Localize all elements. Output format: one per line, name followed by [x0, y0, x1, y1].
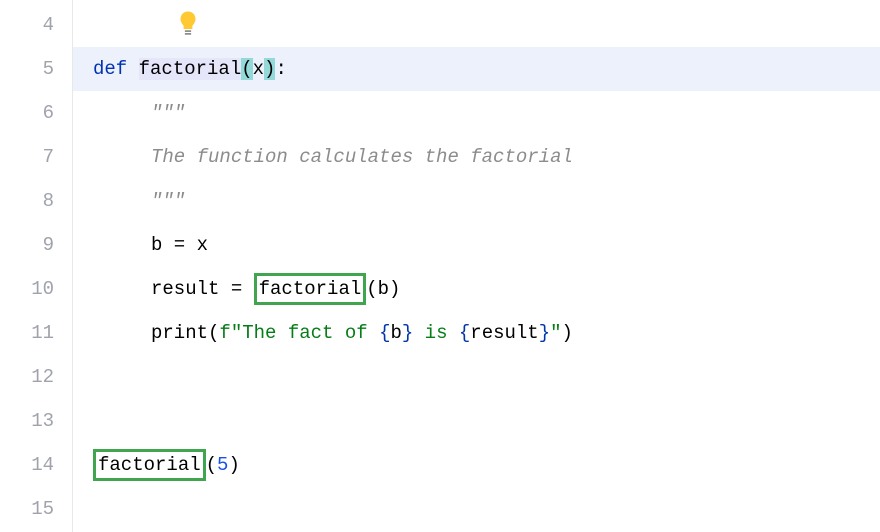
line-number[interactable]: 13	[0, 399, 72, 443]
paren: (	[208, 322, 219, 344]
fstring-var: result	[470, 322, 538, 344]
line-number[interactable]: 15	[0, 487, 72, 531]
string-text: The fact of	[242, 322, 379, 344]
fstring-brace: {	[459, 322, 470, 344]
code-text: result =	[151, 278, 254, 300]
code-line-12[interactable]	[73, 355, 880, 399]
number-literal: 5	[217, 454, 228, 476]
paren: (	[206, 454, 217, 476]
line-number-label: 8	[43, 190, 54, 212]
paren: )	[228, 454, 239, 476]
line-number-label: 13	[31, 410, 54, 432]
line-number[interactable]: 6	[0, 91, 72, 135]
line-number[interactable]: 4	[0, 3, 72, 47]
function-name: factorial	[139, 58, 242, 80]
lightbulb-icon[interactable]	[178, 10, 198, 38]
paren-open-highlight: (	[241, 58, 252, 80]
line-number[interactable]: 10	[0, 267, 72, 311]
paren: )	[562, 322, 573, 344]
usage-highlight-box[interactable]: factorial	[93, 449, 206, 481]
line-number-gutter: 4 5 6 7 8 9 10 11 12 13 14 15	[0, 0, 73, 532]
builtin-print: print	[151, 322, 208, 344]
code-line-10[interactable]: result = factorial(b)	[73, 267, 880, 311]
fstring-brace: {	[379, 322, 390, 344]
fstring-prefix: f	[219, 322, 230, 344]
code-assignment: b = x	[151, 234, 208, 256]
line-number[interactable]: 8	[0, 179, 72, 223]
keyword-def: def	[93, 58, 139, 80]
fstring-brace: }	[539, 322, 550, 344]
line-number-label: 12	[31, 366, 54, 388]
line-number-label: 6	[43, 102, 54, 124]
docstring-quotes: """	[151, 190, 185, 212]
line-number[interactable]: 7	[0, 135, 72, 179]
docstring-quotes: """	[151, 102, 185, 124]
line-number-label: 15	[31, 498, 54, 520]
string-quote: "	[231, 322, 242, 344]
code-line-13[interactable]	[73, 399, 880, 443]
line-number-label: 5	[43, 58, 54, 80]
line-number-label: 7	[43, 146, 54, 168]
line-number-label: 11	[31, 322, 54, 344]
code-line-15[interactable]	[73, 487, 880, 531]
code-line-11[interactable]: print(f"The fact of {b} is {result}")	[73, 311, 880, 355]
fstring-brace: }	[402, 322, 413, 344]
string-quote: "	[550, 322, 561, 344]
code-line-14[interactable]: factorial(5)	[73, 443, 880, 487]
line-number[interactable]: 11	[0, 311, 72, 355]
colon: :	[275, 58, 286, 80]
docstring-text: The function calculates the factorial	[151, 146, 573, 168]
fstring-var: b	[390, 322, 401, 344]
code-line-5[interactable]: def factorial(x):	[73, 47, 880, 91]
line-number[interactable]: 14	[0, 443, 72, 487]
line-number-label: 10	[31, 278, 54, 300]
line-number[interactable]: 12	[0, 355, 72, 399]
parameter: x	[253, 58, 264, 80]
paren-close-highlight: )	[264, 58, 275, 80]
line-number-label: 14	[31, 454, 54, 476]
code-line-9[interactable]: b = x	[73, 223, 880, 267]
code-line-6[interactable]: """	[73, 91, 880, 135]
code-editor[interactable]: def factorial(x): """ The function calcu…	[73, 0, 880, 532]
line-number[interactable]: 9	[0, 223, 72, 267]
usage-highlight-box[interactable]: factorial	[254, 273, 367, 305]
line-number-label: 4	[43, 14, 54, 36]
code-line-8[interactable]: """	[73, 179, 880, 223]
code-text: (b)	[366, 278, 400, 300]
code-line-7[interactable]: The function calculates the factorial	[73, 135, 880, 179]
line-number[interactable]: 5	[0, 47, 72, 91]
line-number-label: 9	[43, 234, 54, 256]
string-text: is	[413, 322, 459, 344]
